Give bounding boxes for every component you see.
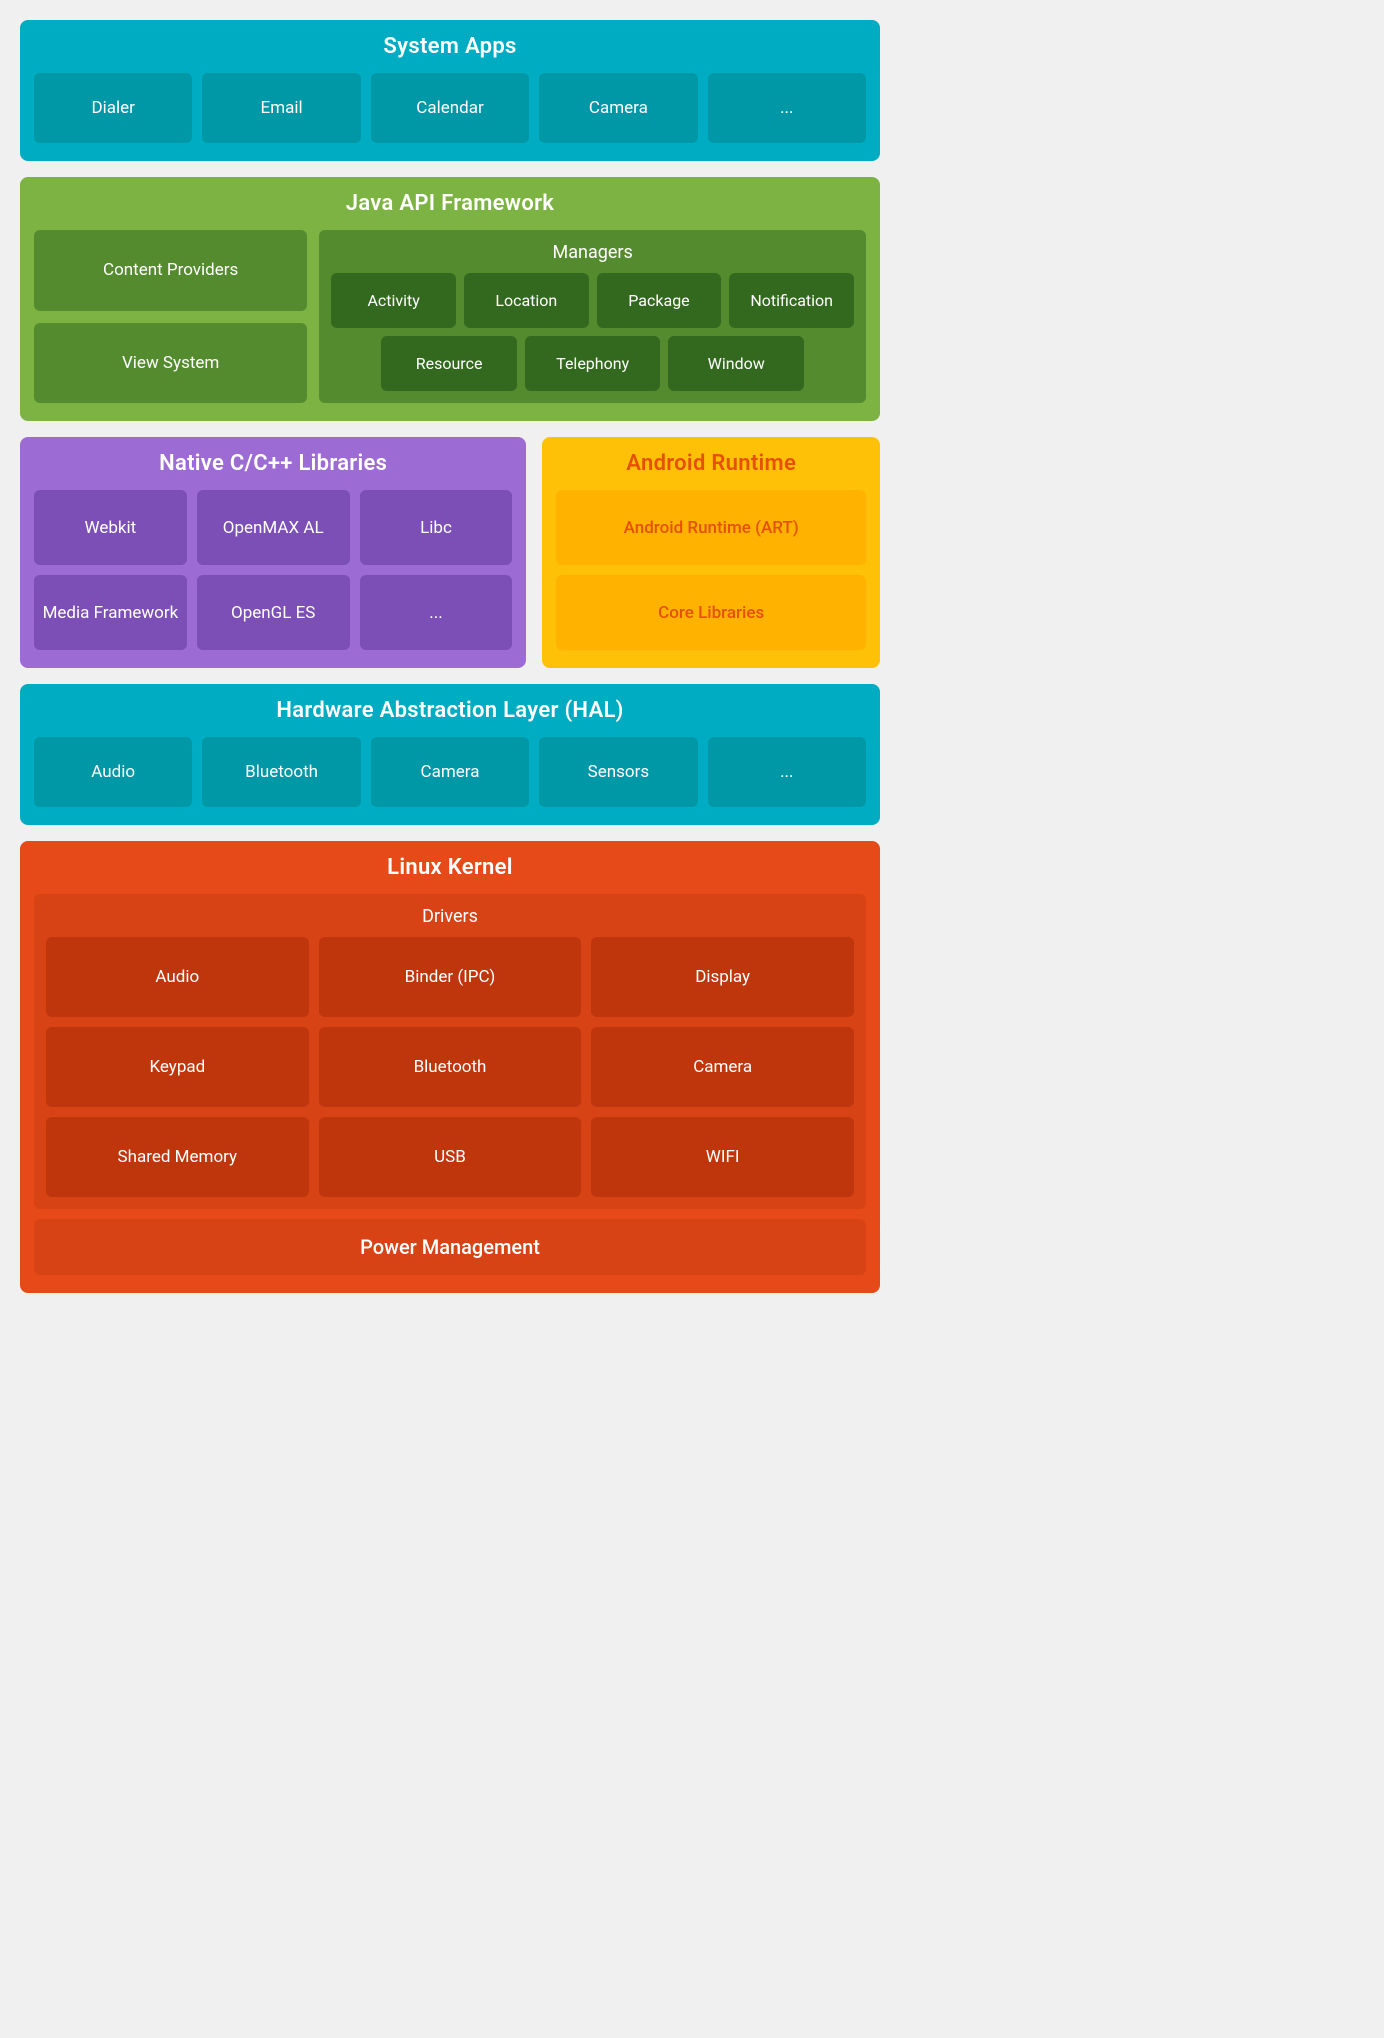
hal-layer: Hardware Abstraction Layer (HAL) Audio B… xyxy=(20,684,880,825)
tile-notification: Notification xyxy=(729,273,854,328)
drivers-title: Drivers xyxy=(46,906,854,927)
tile-resource: Resource xyxy=(381,336,517,391)
managers-row2: Resource Telephony Window xyxy=(331,336,854,391)
tile-driver-binder: Binder (IPC) xyxy=(319,937,582,1017)
java-api-layer: Java API Framework Content Providers Vie… xyxy=(20,177,880,421)
tile-libc: Libc xyxy=(360,490,513,565)
linux-kernel-title: Linux Kernel xyxy=(34,855,866,880)
tile-art: Android Runtime (ART) xyxy=(556,490,866,565)
tile-dialer: Dialer xyxy=(34,73,192,143)
tile-email: Email xyxy=(202,73,360,143)
drivers-grid: Audio Binder (IPC) Display Keypad Blueto… xyxy=(46,937,854,1197)
tile-telephony: Telephony xyxy=(525,336,661,391)
java-api-inner: Content Providers View System Managers A… xyxy=(34,230,866,403)
managers-row1: Activity Location Package Notification xyxy=(331,273,854,328)
tile-hal-more: ... xyxy=(708,737,866,807)
system-apps-title: System Apps xyxy=(34,34,866,59)
android-runtime-title: Android Runtime xyxy=(556,451,866,476)
tile-driver-camera: Camera xyxy=(591,1027,854,1107)
tile-driver-display: Display xyxy=(591,937,854,1017)
tile-hal-bluetooth: Bluetooth xyxy=(202,737,360,807)
tile-more: ... xyxy=(708,73,866,143)
tile-opengl: OpenGL ES xyxy=(197,575,350,650)
system-apps-layer: System Apps Dialer Email Calendar Camera… xyxy=(20,20,880,161)
tile-openmax: OpenMAX AL xyxy=(197,490,350,565)
power-management: Power Management xyxy=(34,1219,866,1275)
tile-activity: Activity xyxy=(331,273,456,328)
tile-camera: Camera xyxy=(539,73,697,143)
tile-driver-keypad: Keypad xyxy=(46,1027,309,1107)
tile-package: Package xyxy=(597,273,722,328)
tile-driver-shared-memory: Shared Memory xyxy=(46,1117,309,1197)
managers-title: Managers xyxy=(331,242,854,263)
tile-media-framework: Media Framework xyxy=(34,575,187,650)
tile-content-providers: Content Providers xyxy=(34,230,307,311)
native-cpp-grid: Webkit OpenMAX AL Libc Media Framework O… xyxy=(34,490,512,650)
native-cpp-title: Native C/C++ Libraries xyxy=(34,451,512,476)
native-cpp-layer: Native C/C++ Libraries Webkit OpenMAX AL… xyxy=(20,437,526,668)
tile-window: Window xyxy=(668,336,804,391)
native-runtime-row: Native C/C++ Libraries Webkit OpenMAX AL… xyxy=(20,437,880,668)
java-api-left: Content Providers View System xyxy=(34,230,307,403)
android-runtime-layer: Android Runtime Android Runtime (ART) Co… xyxy=(542,437,880,668)
tile-driver-usb: USB xyxy=(319,1117,582,1197)
java-api-title: Java API Framework xyxy=(34,191,866,216)
tile-webkit: Webkit xyxy=(34,490,187,565)
managers-box: Managers Activity Location Package Notif… xyxy=(319,230,866,403)
drivers-box: Drivers Audio Binder (IPC) Display Keypa… xyxy=(34,894,866,1209)
tile-cpp-more: ... xyxy=(360,575,513,650)
tile-calendar: Calendar xyxy=(371,73,529,143)
tile-location: Location xyxy=(464,273,589,328)
tile-core-libs: Core Libraries xyxy=(556,575,866,650)
hal-grid: Audio Bluetooth Camera Sensors ... xyxy=(34,737,866,807)
hal-title: Hardware Abstraction Layer (HAL) xyxy=(34,698,866,723)
tile-driver-bluetooth: Bluetooth xyxy=(319,1027,582,1107)
tile-driver-audio: Audio xyxy=(46,937,309,1017)
tile-hal-sensors: Sensors xyxy=(539,737,697,807)
system-apps-grid: Dialer Email Calendar Camera ... xyxy=(34,73,866,143)
tile-hal-audio: Audio xyxy=(34,737,192,807)
tile-hal-camera: Camera xyxy=(371,737,529,807)
android-runtime-grid: Android Runtime (ART) Core Libraries xyxy=(556,490,866,650)
tile-view-system: View System xyxy=(34,323,307,404)
linux-kernel-layer: Linux Kernel Drivers Audio Binder (IPC) … xyxy=(20,841,880,1293)
tile-driver-wifi: WIFI xyxy=(591,1117,854,1197)
